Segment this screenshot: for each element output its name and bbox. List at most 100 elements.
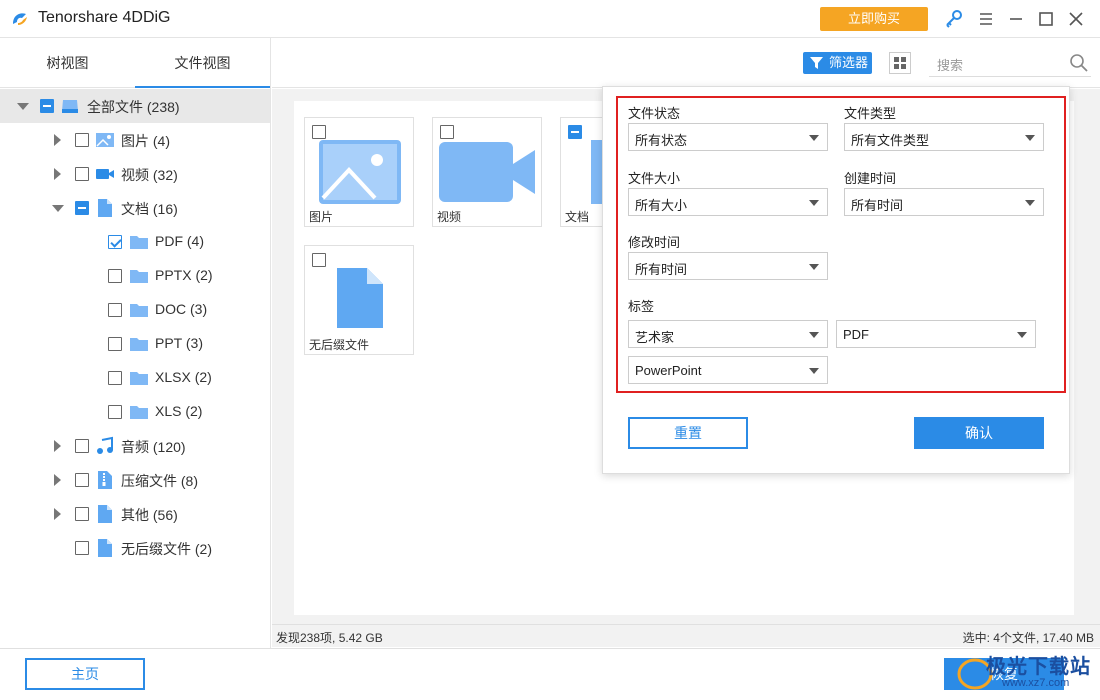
chevron-right-icon[interactable]: [54, 440, 61, 452]
video-icon: [439, 142, 535, 202]
tree-item-audio[interactable]: 音频 (120): [0, 429, 270, 463]
tag-select[interactable]: PDF: [836, 320, 1036, 348]
file-type-select[interactable]: 所有文件类型: [844, 123, 1044, 151]
chevron-right-icon[interactable]: [54, 168, 61, 180]
chevron-down-icon[interactable]: [52, 205, 64, 212]
file-size-select[interactable]: 所有大小: [628, 188, 828, 216]
tree-item-label: 视频 (32): [121, 167, 178, 183]
file-card-videos[interactable]: 视频: [432, 117, 542, 227]
created-time-value: 所有时间: [851, 198, 904, 213]
app-logo-icon: [13, 13, 27, 25]
tree-item-xlsx[interactable]: XLSX (2): [0, 361, 270, 395]
menu-icon[interactable]: [975, 8, 997, 30]
tree-item-images[interactable]: 图片 (4): [0, 123, 270, 157]
bottom-bar: 主页 恢复: [0, 648, 1100, 700]
checkbox[interactable]: [312, 253, 326, 267]
checkbox[interactable]: [312, 125, 326, 139]
file-card-images[interactable]: 图片: [304, 117, 414, 227]
video-icon: [96, 169, 114, 179]
caret-down-icon: [809, 200, 819, 206]
tree-item-videos[interactable]: 视频 (32): [0, 157, 270, 191]
tree-item-archives[interactable]: 压缩文件 (8): [0, 463, 270, 497]
tree-item-others[interactable]: 其他 (56): [0, 497, 270, 531]
caret-down-icon: [809, 368, 819, 374]
tag-select[interactable]: 艺术家: [628, 320, 828, 348]
checkbox[interactable]: [108, 235, 122, 249]
tree-item-all-files[interactable]: 全部文件 (238): [0, 89, 270, 123]
tree-item-label: 音频 (120): [121, 439, 186, 455]
tag-value: PowerPoint: [635, 363, 702, 378]
close-icon[interactable]: [1065, 8, 1087, 30]
chevron-right-icon[interactable]: [54, 508, 61, 520]
checkbox[interactable]: [108, 337, 122, 351]
minimize-icon[interactable]: [1005, 8, 1027, 30]
checkbox[interactable]: [75, 133, 89, 147]
checkbox[interactable]: [75, 541, 89, 555]
file-size-value: 所有大小: [635, 198, 688, 213]
checkbox[interactable]: [75, 201, 89, 215]
image-icon: [319, 140, 401, 204]
tree-item-label: PPT (3): [155, 335, 203, 351]
home-button[interactable]: 主页: [25, 658, 145, 690]
key-icon[interactable]: [943, 8, 965, 30]
checkbox[interactable]: [108, 371, 122, 385]
file-icon: [337, 268, 383, 328]
chevron-right-icon[interactable]: [54, 474, 61, 486]
folder-icon: [130, 236, 148, 249]
filter-popup: 文件状态 所有状态 文件类型 所有文件类型 文件大小 所有大小 创建时间 所有时…: [602, 86, 1070, 474]
modified-time-label: 修改时间: [628, 235, 681, 250]
filter-button-label: 筛选器: [829, 55, 869, 70]
checkbox[interactable]: [108, 269, 122, 283]
modified-time-select[interactable]: 所有时间: [628, 252, 828, 280]
chevron-right-icon[interactable]: [54, 134, 61, 146]
checkbox[interactable]: [75, 439, 89, 453]
folder-icon: [130, 406, 148, 419]
tree-item-pdf[interactable]: PDF (4): [0, 225, 270, 259]
checkbox[interactable]: [40, 99, 54, 113]
file-card-no-extension[interactable]: 无后缀文件: [304, 245, 414, 355]
tree-item-documents[interactable]: 文档 (16): [0, 191, 270, 225]
filter-button[interactable]: 筛选器: [803, 52, 872, 74]
tab-tree-view[interactable]: 树视图: [0, 38, 135, 88]
tree-item-label: DOC (3): [155, 301, 208, 317]
confirm-button[interactable]: 确认: [914, 417, 1044, 449]
card-label: 无后缀文件: [309, 338, 370, 352]
checkbox[interactable]: [75, 507, 89, 521]
checkbox[interactable]: [75, 167, 89, 181]
checkbox[interactable]: [75, 473, 89, 487]
grid-view-button[interactable]: [889, 52, 911, 74]
file-type-value: 所有文件类型: [851, 133, 930, 148]
tab-file-view[interactable]: 文件视图: [135, 38, 270, 88]
card-label: 文档: [565, 210, 590, 224]
created-time-select[interactable]: 所有时间: [844, 188, 1044, 216]
tree-item-pptx[interactable]: PPTX (2): [0, 259, 270, 293]
buy-now-button[interactable]: 立即购买: [820, 7, 928, 31]
reset-button[interactable]: 重置: [628, 417, 748, 449]
tree-item-label: 其他 (56): [121, 507, 178, 523]
tree-item-ppt[interactable]: PPT (3): [0, 327, 270, 361]
search-icon[interactable]: [1069, 53, 1089, 73]
tree-item-label: XLS (2): [155, 403, 203, 419]
checkbox[interactable]: [108, 405, 122, 419]
search-input[interactable]: 搜索: [929, 51, 1091, 77]
file-status-select[interactable]: 所有状态: [628, 123, 828, 151]
tree-item-label: XLSX (2): [155, 369, 212, 385]
tree-item-label: 全部文件 (238): [87, 99, 180, 115]
chevron-down-icon[interactable]: [17, 103, 29, 110]
modified-time-value: 所有时间: [635, 262, 688, 277]
tree-item-doc[interactable]: DOC (3): [0, 293, 270, 327]
tree-item-label: 图片 (4): [121, 133, 170, 149]
tree-item-no-extension[interactable]: 无后缀文件 (2): [0, 531, 270, 565]
watermark-text: 极光下载站: [986, 656, 1091, 678]
drive-icon: [62, 100, 78, 113]
checkbox[interactable]: [108, 303, 122, 317]
file-status-label: 文件状态: [628, 106, 681, 121]
tree-item-xls[interactable]: XLS (2): [0, 395, 270, 429]
checkbox[interactable]: [568, 125, 582, 139]
tag-select[interactable]: PowerPoint: [628, 356, 828, 384]
left-panel: 树视图 文件视图 全部文件 (238) 图片 (4) 视频 (32) 文档 (1…: [0, 38, 271, 648]
view-tabs: 树视图 文件视图: [0, 38, 270, 88]
zip-file-icon: [98, 471, 112, 489]
checkbox[interactable]: [440, 125, 454, 139]
maximize-icon[interactable]: [1035, 8, 1057, 30]
